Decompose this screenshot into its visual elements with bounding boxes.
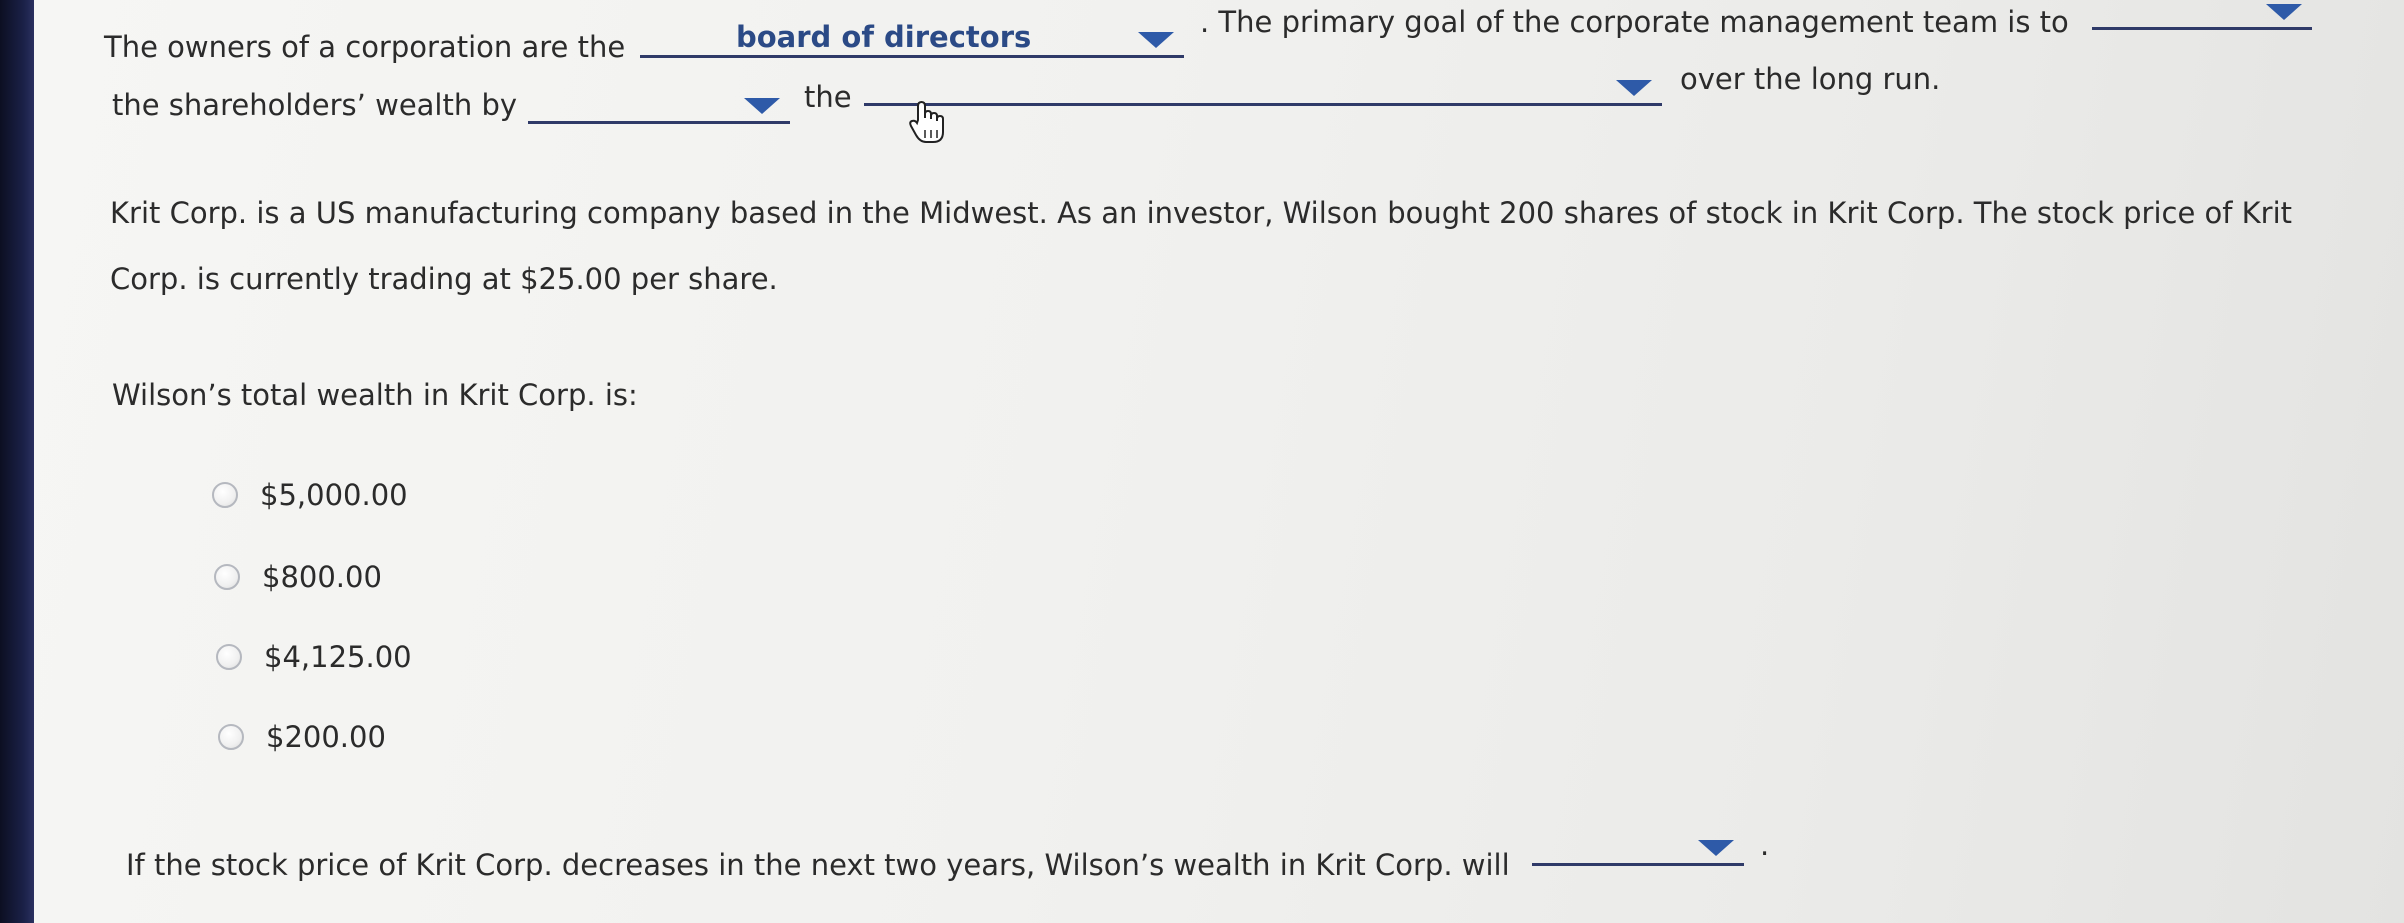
- owners-dropdown-value: board of directors: [736, 20, 1032, 54]
- option-label: $200.00: [266, 720, 386, 754]
- radio-button[interactable]: [216, 644, 242, 670]
- caret-down-icon: [744, 98, 780, 114]
- radio-button[interactable]: [214, 564, 240, 590]
- wealth-change-dropdown[interactable]: [1532, 828, 1744, 866]
- caret-down-icon: [1616, 80, 1652, 96]
- option-label: $4,125.00: [264, 640, 412, 674]
- q1-line1-prefix: The owners of a corporation are the: [104, 30, 626, 64]
- q1-line2-the: the: [804, 80, 852, 114]
- caret-down-icon: [2266, 4, 2302, 20]
- q3-end-punct: .: [1760, 828, 1770, 862]
- q3-prompt: If the stock price of Krit Corp. decreas…: [126, 848, 1510, 882]
- caret-down-icon: [1698, 840, 1734, 856]
- screen-bezel: [0, 0, 34, 923]
- owners-dropdown[interactable]: board of directors: [640, 20, 1184, 58]
- q2-prompt: Wilson’s total wealth in Krit Corp. is:: [112, 378, 638, 412]
- wealth-method-dropdown[interactable]: [528, 86, 790, 124]
- scenario-line1: Krit Corp. is a US manufacturing company…: [110, 196, 2293, 230]
- wealth-measure-dropdown[interactable]: [864, 68, 1662, 106]
- q1-line2-suffix: over the long run.: [1680, 62, 1941, 96]
- scenario-line2: Corp. is currently trading at $25.00 per…: [110, 262, 778, 296]
- caret-down-icon: [1138, 32, 1174, 48]
- option-label: $800.00: [262, 560, 382, 594]
- pointing-hand-cursor-icon: [908, 100, 948, 150]
- q1-line2-prefix: the shareholders’ wealth by: [112, 88, 518, 122]
- option-label: $5,000.00: [260, 478, 408, 512]
- radio-button[interactable]: [218, 724, 244, 750]
- q1-line1-middle: . The primary goal of the corporate mana…: [1200, 5, 2069, 39]
- radio-button[interactable]: [212, 482, 238, 508]
- goal-action-dropdown[interactable]: [2092, 0, 2312, 30]
